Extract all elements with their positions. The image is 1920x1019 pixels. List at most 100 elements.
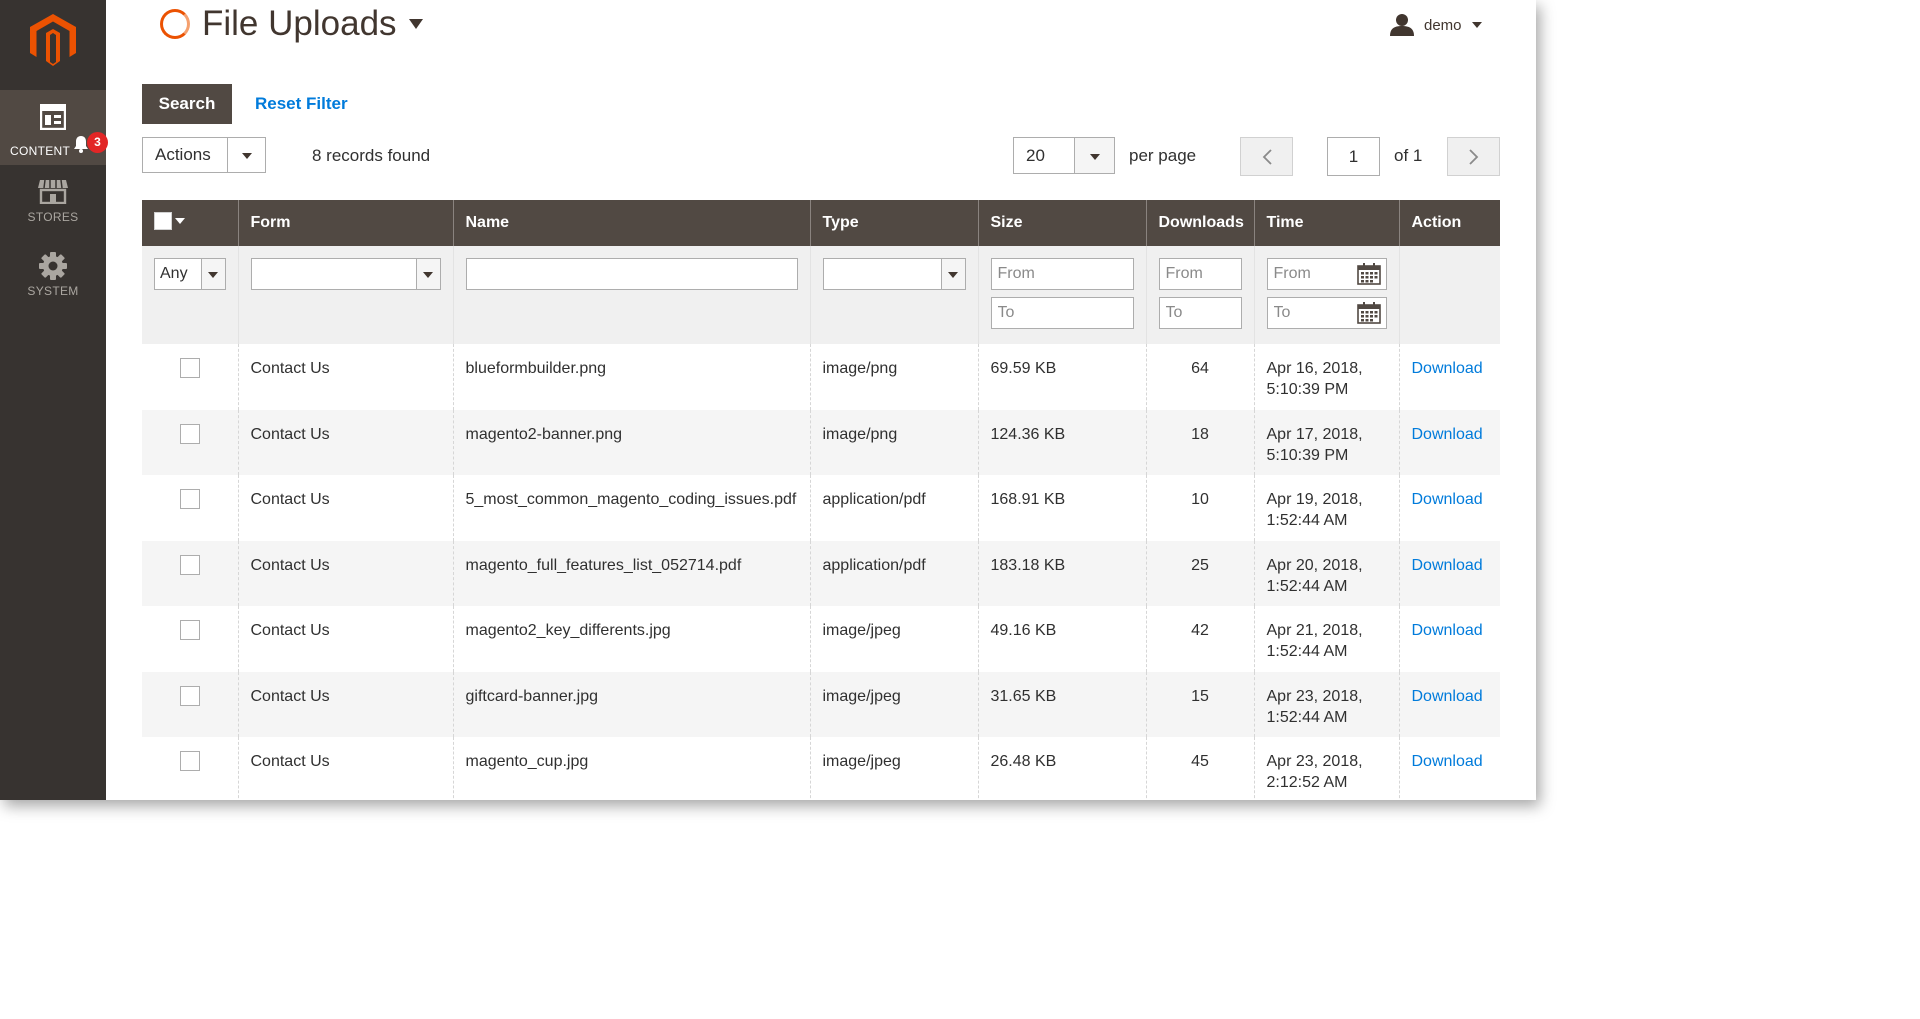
cell-form: Contact Us — [237, 540, 453, 606]
per-page-toggle[interactable] — [1074, 138, 1114, 173]
filter-cell-time — [1253, 246, 1399, 344]
column-header-downloads[interactable]: Downloads — [1145, 200, 1254, 246]
column-header-form[interactable]: Form — [237, 200, 453, 246]
row-checkbox[interactable] — [179, 620, 200, 640]
filter-type-toggle[interactable] — [940, 259, 965, 289]
filter-type-select[interactable] — [822, 258, 966, 290]
download-link[interactable]: Download — [1412, 557, 1483, 574]
filter-any-select[interactable]: Any — [154, 258, 226, 290]
cell-form: Contact Us — [237, 344, 453, 410]
cell-type: application/pdf — [809, 540, 978, 606]
page-title-area[interactable]: File Uploads — [160, 4, 423, 44]
sidebar-item-stores[interactable]: STORES — [0, 178, 106, 226]
caret-down-icon[interactable] — [408, 19, 423, 29]
mass-select[interactable] — [154, 211, 190, 230]
row-checkbox[interactable] — [179, 489, 200, 509]
cell-downloads: 64 — [1145, 344, 1254, 410]
calendar-icon[interactable] — [1356, 302, 1381, 324]
sidebar-item-label: SYSTEM — [27, 284, 79, 298]
cell-time-date: Apr 17, 2018, — [1266, 425, 1363, 443]
current-page-input[interactable] — [1327, 137, 1380, 176]
filter-form-select[interactable] — [250, 258, 441, 290]
reset-filter-link[interactable]: Reset Filter — [255, 94, 348, 114]
cell-type: image/png — [809, 344, 978, 410]
cell-size: 49.16 KB — [977, 606, 1146, 672]
next-page-button[interactable] — [1447, 137, 1500, 176]
column-header-size[interactable]: Size — [977, 200, 1146, 246]
filter-size-to-input[interactable] — [990, 297, 1134, 329]
user-icon — [1390, 14, 1414, 36]
cell-name: magento_full_features_list_052714.pdf — [452, 540, 810, 606]
filter-name-input[interactable] — [465, 258, 798, 290]
cell-type: image/jpeg — [809, 606, 978, 672]
grid-header-row: Form Name Type Size Downloads Time Actio… — [142, 200, 1500, 246]
row-checkbox[interactable] — [179, 423, 200, 444]
cell-type: image/jpeg — [809, 671, 978, 737]
cell-size: 69.59 KB — [977, 344, 1146, 410]
user-name: demo — [1424, 16, 1462, 34]
cell-size: 26.48 KB — [977, 737, 1146, 800]
row-checkbox[interactable] — [179, 554, 200, 575]
cell-size: 31.65 KB — [977, 671, 1146, 737]
stores-icon — [38, 179, 68, 204]
per-page-select[interactable]: 20 — [1013, 137, 1115, 174]
actions-dropdown[interactable]: Actions — [142, 137, 266, 173]
filter-size-from-input[interactable] — [990, 258, 1134, 290]
cell-time: Apr 21, 2018, 1:52:44 AM — [1253, 606, 1399, 672]
filter-downloads-from-input[interactable] — [1158, 258, 1242, 290]
row-checkbox[interactable] — [179, 358, 200, 378]
mass-select-header[interactable] — [142, 200, 238, 246]
calendar-icon[interactable] — [1356, 263, 1381, 285]
caret-down-icon — [175, 217, 185, 224]
download-link[interactable]: Download — [1412, 491, 1483, 508]
notification-badge[interactable]: 3 — [87, 132, 108, 153]
download-link[interactable]: Download — [1412, 426, 1483, 443]
cell-name: magento_cup.jpg — [452, 737, 810, 800]
search-button[interactable]: Search — [142, 84, 232, 124]
cell-downloads: 45 — [1145, 737, 1254, 800]
row-checkbox[interactable] — [179, 685, 200, 706]
previous-page-button[interactable] — [1240, 137, 1293, 176]
download-link[interactable]: Download — [1412, 622, 1483, 639]
cell-name: 5_most_common_magento_coding_issues.pdf — [452, 475, 810, 541]
download-link[interactable]: Download — [1412, 753, 1483, 770]
column-header-time[interactable]: Time — [1253, 200, 1399, 246]
loading-spinner-icon — [160, 9, 190, 39]
sidebar-item-content[interactable]: CONTENT — [0, 90, 106, 165]
cell-form: Contact Us — [237, 606, 453, 672]
chevron-left-icon — [1262, 148, 1272, 165]
cell-name: giftcard-banner.jpg — [452, 671, 810, 737]
content-icon — [40, 104, 66, 130]
download-link[interactable]: Download — [1412, 360, 1483, 377]
row-select-cell — [142, 737, 238, 800]
cell-time-date: Apr 20, 2018, — [1266, 556, 1363, 574]
cell-time-date: Apr 16, 2018, — [1266, 360, 1363, 377]
cell-time-clock: 1:52:44 AM — [1266, 512, 1348, 529]
cell-time-date: Apr 19, 2018, — [1266, 491, 1363, 508]
system-icon — [39, 252, 67, 280]
select-all-checkbox[interactable] — [154, 211, 172, 230]
cell-downloads: 42 — [1145, 606, 1254, 672]
magento-logo-icon[interactable] — [30, 14, 76, 66]
cell-size: 124.36 KB — [977, 409, 1146, 475]
user-menu[interactable]: demo — [1390, 14, 1482, 36]
column-header-name[interactable]: Name — [452, 200, 810, 246]
cell-time-date: Apr 23, 2018, — [1266, 687, 1363, 705]
filter-time-from — [1266, 258, 1387, 290]
mass-select-toggle[interactable] — [172, 212, 190, 230]
cell-downloads: 10 — [1145, 475, 1254, 541]
filter-any-toggle[interactable] — [200, 259, 225, 289]
row-select-cell — [142, 344, 238, 410]
table-row: Contact Us magento2-banner.png image/png 12… — [142, 409, 1500, 475]
cell-action: Download — [1398, 475, 1500, 541]
actions-toggle[interactable] — [227, 138, 265, 172]
cell-action: Download — [1398, 409, 1500, 475]
download-link[interactable]: Download — [1412, 688, 1483, 705]
filter-downloads-to-input[interactable] — [1158, 297, 1242, 329]
row-checkbox[interactable] — [179, 751, 200, 771]
sidebar-item-system[interactable]: SYSTEM — [0, 252, 106, 300]
column-header-type[interactable]: Type — [809, 200, 978, 246]
filter-form-toggle[interactable] — [415, 259, 440, 289]
filter-cell-name — [452, 246, 810, 344]
file-uploads-grid: Form Name Type Size Downloads Time Actio… — [142, 200, 1500, 800]
